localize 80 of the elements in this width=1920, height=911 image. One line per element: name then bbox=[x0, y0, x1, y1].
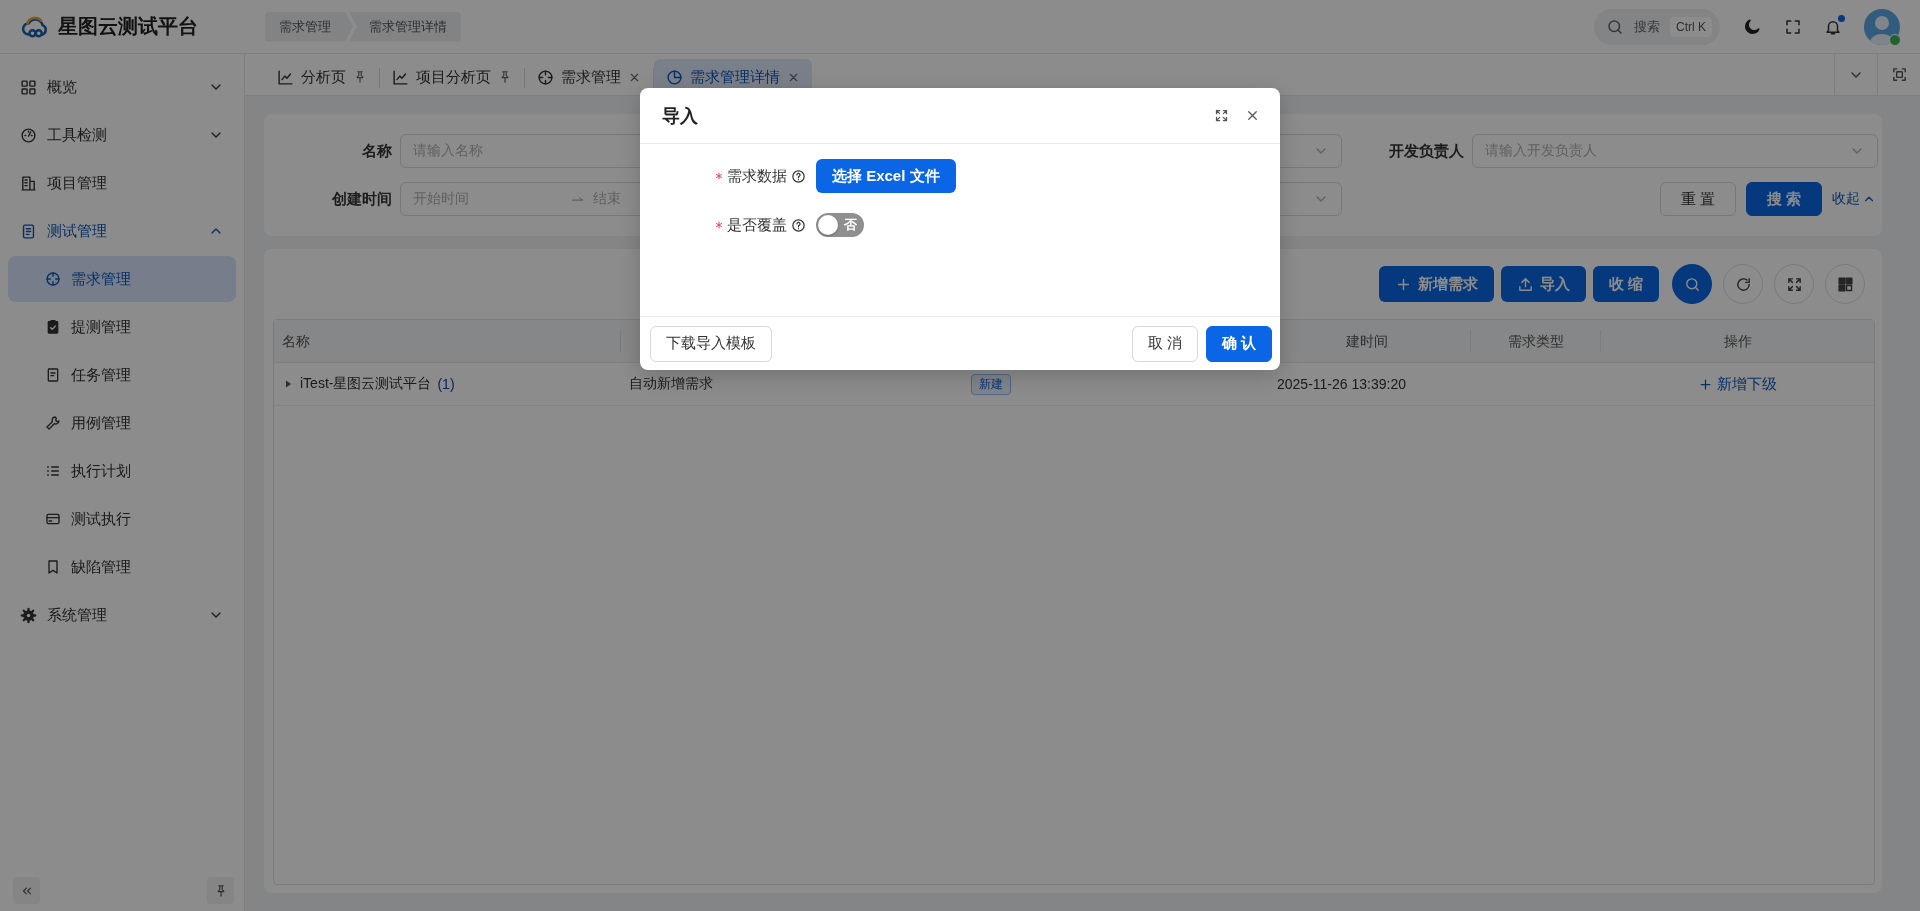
download-template-button[interactable]: 下载导入模板 bbox=[650, 325, 772, 362]
line-chart-icon bbox=[392, 68, 409, 86]
building-icon bbox=[20, 174, 37, 192]
close-icon[interactable] bbox=[1245, 108, 1260, 123]
table-cell: 自动新增需求 bbox=[629, 375, 713, 393]
crosshair-icon bbox=[45, 271, 61, 287]
search-icon bbox=[1606, 17, 1624, 36]
cancel-button[interactable]: 取 消 bbox=[1131, 325, 1198, 362]
pie-chart-icon bbox=[666, 68, 683, 86]
pin-button[interactable] bbox=[207, 877, 234, 904]
gauge-icon bbox=[20, 126, 37, 144]
maximize-icon[interactable] bbox=[1214, 108, 1229, 123]
help-icon[interactable] bbox=[791, 217, 806, 233]
table-cell: iTest-星图云测试平台 bbox=[300, 375, 432, 393]
toggle-switch[interactable]: 否 bbox=[816, 213, 864, 237]
tab[interactable]: 需求管理 bbox=[525, 59, 653, 95]
refresh-icon bbox=[1734, 275, 1752, 293]
sidebar-item[interactable]: 概览 bbox=[0, 63, 244, 111]
table-cell: 2025-11-26 13:39:20 bbox=[1277, 376, 1406, 392]
document-icon bbox=[20, 222, 37, 240]
search-icon bbox=[1683, 275, 1701, 293]
column-header[interactable]: 名称 bbox=[274, 330, 621, 352]
grid-icon bbox=[20, 78, 37, 96]
child-count: (1) bbox=[437, 376, 455, 392]
add-button[interactable]: 新增需求 bbox=[1378, 266, 1494, 302]
bookmark-icon bbox=[45, 559, 61, 575]
column-header[interactable]: 操作 bbox=[1601, 330, 1874, 352]
field-label: 名称 bbox=[361, 141, 392, 161]
search-button[interactable] bbox=[1672, 264, 1712, 304]
search-button[interactable]: 搜 索 bbox=[1745, 182, 1822, 216]
clipboard-check-icon bbox=[45, 319, 61, 335]
status-tag: 新建 bbox=[971, 373, 1011, 395]
dialog-title: 导入 bbox=[662, 104, 698, 128]
help-icon[interactable] bbox=[791, 168, 806, 184]
sidebar-item[interactable]: 测试管理 bbox=[0, 207, 244, 255]
collapse-button[interactable]: 收 缩 bbox=[1592, 266, 1659, 302]
tab[interactable]: 分析页 bbox=[265, 59, 379, 95]
card-icon bbox=[45, 511, 61, 527]
sidebar-item[interactable]: 缺陷管理 bbox=[8, 544, 236, 590]
sidebar-item[interactable]: 提测管理 bbox=[8, 304, 236, 350]
column-header[interactable]: 需求类型 bbox=[1471, 330, 1601, 352]
sidebar-item[interactable]: 工具检测 bbox=[0, 111, 244, 159]
collapse-link[interactable]: 收起 bbox=[1832, 190, 1876, 208]
sidebar-item[interactable]: 项目管理 bbox=[0, 159, 244, 207]
sidebar-item[interactable]: 系统管理 bbox=[0, 591, 244, 639]
confirm-button[interactable]: 确 认 bbox=[1205, 325, 1272, 362]
import-button[interactable]: 导入 bbox=[1500, 266, 1586, 302]
app-title: 星图云测试平台 bbox=[58, 14, 198, 39]
select-file-button[interactable]: 选择 Excel 文件 bbox=[816, 159, 956, 193]
sidebar-item[interactable]: 需求管理 bbox=[8, 256, 236, 302]
focus-icon bbox=[1890, 66, 1908, 83]
collapse-sidebar-button[interactable] bbox=[13, 877, 40, 904]
crosshair-icon bbox=[537, 68, 554, 86]
grid-icon bbox=[1836, 275, 1854, 293]
breadcrumb-item[interactable]: 需求管理 bbox=[265, 11, 353, 42]
plus-icon bbox=[1698, 376, 1713, 392]
wrench-icon bbox=[45, 415, 61, 431]
field-label: 是否覆盖 bbox=[727, 215, 787, 235]
shortcut-key: Ctrl K bbox=[1670, 16, 1712, 37]
expand-icon bbox=[1785, 275, 1803, 293]
sidebar-item[interactable]: 测试执行 bbox=[8, 496, 236, 542]
upload-icon bbox=[1516, 275, 1534, 293]
fullscreen-icon[interactable] bbox=[1784, 17, 1802, 36]
tab[interactable]: 项目分析页 bbox=[380, 59, 524, 95]
sidebar-item[interactable]: 任务管理 bbox=[8, 352, 236, 398]
reset-button[interactable]: 重 置 bbox=[1659, 182, 1736, 216]
document-icon bbox=[45, 367, 61, 383]
search-field[interactable]: 搜索 Ctrl K bbox=[1594, 8, 1720, 45]
pin-icon[interactable] bbox=[498, 70, 512, 84]
pin-icon[interactable] bbox=[353, 70, 367, 84]
sidebar-item[interactable]: 执行计划 bbox=[8, 448, 236, 494]
sidebar-item[interactable]: 用例管理 bbox=[8, 400, 236, 446]
line-chart-icon bbox=[277, 68, 294, 86]
gear-icon bbox=[20, 606, 37, 624]
avatar[interactable] bbox=[1864, 8, 1900, 45]
list-icon bbox=[45, 463, 61, 479]
field-label: 开发负责人 bbox=[1388, 141, 1464, 161]
field-label: 创建时间 bbox=[331, 189, 392, 209]
breadcrumb-item[interactable]: 需求管理详情 bbox=[349, 11, 461, 42]
add-child-link[interactable]: 新增下级 bbox=[1698, 374, 1777, 394]
